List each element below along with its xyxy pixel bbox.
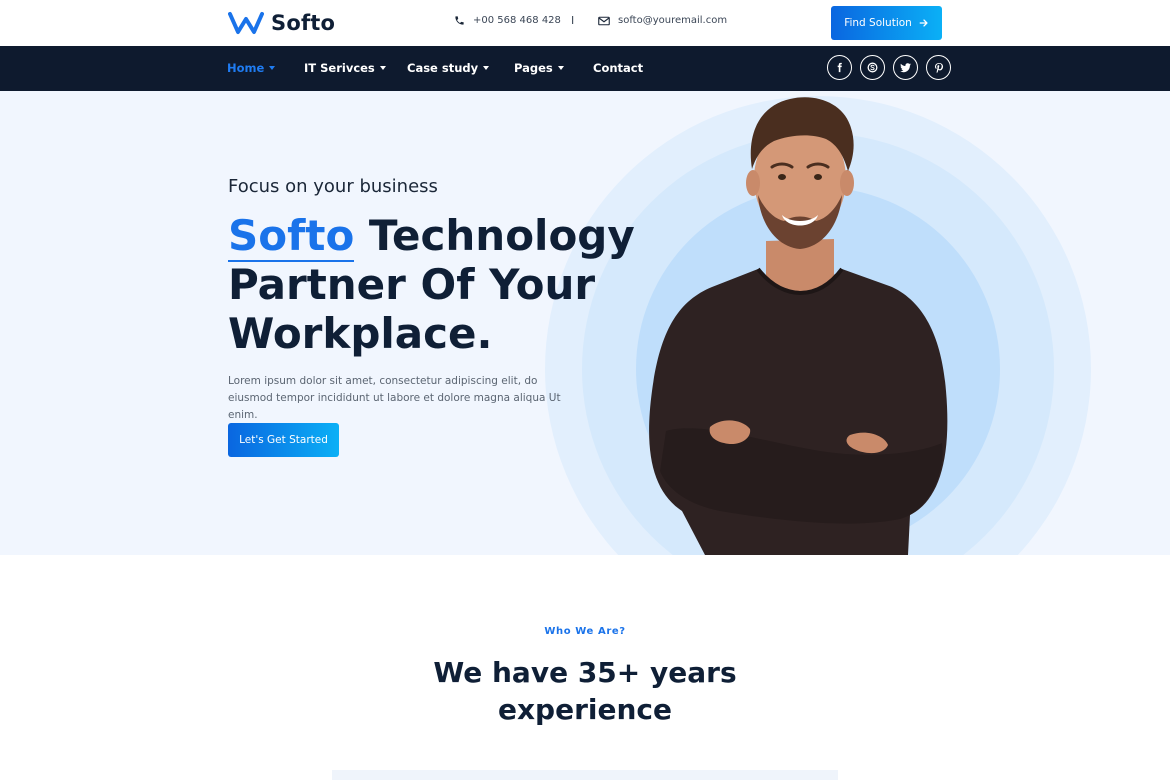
- facebook-icon: [837, 62, 842, 73]
- hero-description: Lorem ipsum dolor sit amet, consectetur …: [228, 375, 561, 421]
- social-skype-link[interactable]: [860, 55, 885, 80]
- phone-icon: [455, 16, 464, 25]
- section-heading: We have 35+ years experience: [385, 654, 785, 728]
- nav-item-contact[interactable]: Contact: [593, 61, 643, 75]
- pinterest-icon: [934, 62, 943, 73]
- nav-item-label: Case study: [407, 61, 479, 75]
- hero-section: Focus on your business Softo Technology P…: [0, 91, 1170, 555]
- hero-title-line1: Technology: [354, 211, 635, 260]
- hero-title: Softo Technology Partner Of Your Workplace…: [228, 211, 648, 358]
- section-heading-line1: We have 35+ years: [433, 656, 737, 689]
- nav-item-label: Home: [227, 61, 265, 75]
- contact-separator: I: [571, 14, 575, 27]
- caret-down-icon: [557, 66, 564, 70]
- main-nav: Home IT Serivces Case study Pages Contac…: [0, 46, 1170, 91]
- hero-title-line3: Workplace.: [228, 309, 493, 358]
- find-solution-button[interactable]: Find Solution: [831, 6, 942, 40]
- logo-w-icon: [228, 12, 264, 34]
- hero-title-line2: Partner Of Your: [228, 260, 596, 309]
- get-started-label: Let's Get Started: [239, 434, 328, 446]
- caret-down-icon: [269, 66, 276, 70]
- hero-title-accent: Softo: [228, 211, 355, 262]
- nav-item-it-services[interactable]: IT Serivces: [304, 61, 386, 75]
- nav-item-pages[interactable]: Pages: [514, 61, 564, 75]
- email-address: softo@youremail.com: [618, 15, 728, 26]
- nav-item-label: IT Serivces: [304, 61, 375, 75]
- get-started-button[interactable]: Let's Get Started: [228, 423, 339, 457]
- arrow-right-icon: [919, 19, 928, 27]
- caret-down-icon: [379, 66, 386, 70]
- skype-icon: [867, 62, 878, 73]
- content-card-edge: [332, 770, 838, 780]
- section-eyebrow: Who We Are?: [544, 626, 626, 637]
- top-bar: Softo +00 568 468 428 I softo@youremail.…: [0, 0, 1170, 46]
- section-heading-line2: experience: [497, 693, 672, 726]
- phone-number: +00 568 468 428: [473, 15, 561, 26]
- brand-logo[interactable]: Softo: [228, 10, 335, 36]
- hero-person-image: [649, 97, 948, 555]
- nav-item-home[interactable]: Home: [227, 61, 276, 75]
- contact-phone[interactable]: +00 568 468 428: [454, 15, 561, 26]
- find-solution-label: Find Solution: [844, 17, 912, 29]
- nav-item-label: Contact: [593, 61, 644, 75]
- nav-item-label: Pages: [514, 61, 553, 75]
- social-facebook-link[interactable]: [827, 55, 852, 80]
- brand-name: Softo: [271, 11, 336, 35]
- social-pinterest-link[interactable]: [926, 55, 951, 80]
- caret-down-icon: [483, 66, 490, 70]
- social-twitter-link[interactable]: [893, 55, 918, 80]
- twitter-icon: [900, 63, 911, 73]
- contact-email[interactable]: softo@youremail.com: [598, 15, 727, 26]
- hero-subtitle: Focus on your business: [228, 176, 438, 197]
- nav-item-case-study[interactable]: Case study: [407, 61, 490, 75]
- envelope-icon: [598, 16, 610, 25]
